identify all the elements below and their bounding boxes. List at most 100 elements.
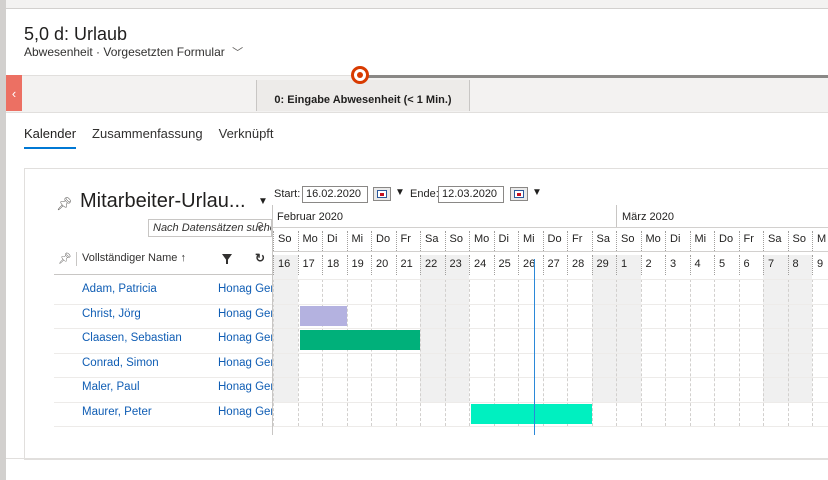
- process-stage[interactable]: 0: Eingabe Abwesenheit (< 1 Min.): [256, 80, 470, 111]
- active-stage-icon[interactable]: [351, 66, 369, 84]
- timeline-row-divider: [273, 426, 828, 427]
- row-name-link[interactable]: Adam, Patricia: [82, 283, 157, 295]
- chevron-left-icon: ‹: [11, 85, 17, 101]
- day-label: 23: [444, 255, 470, 275]
- header-divider: [54, 274, 276, 275]
- timeline-row-divider: [273, 328, 828, 329]
- chevron-down-icon: ﹀: [232, 47, 244, 59]
- day-label: 25: [493, 255, 519, 275]
- timeline-row-divider: [273, 303, 828, 305]
- row-company-link[interactable]: Honag Ger: [218, 283, 272, 295]
- weekday-label: Fr: [738, 231, 764, 251]
- start-date-input[interactable]: 16.02.2020: [302, 186, 368, 203]
- row-company-link[interactable]: Honag Ger: [218, 406, 272, 418]
- filter-icon[interactable]: [222, 254, 232, 264]
- tab-verknuepft[interactable]: Verknüpft: [219, 126, 274, 149]
- process-stage-label: 0: Eingabe Abwesenheit (< 1 Min.): [274, 94, 452, 106]
- row-company-link[interactable]: Honag Ger: [218, 357, 272, 369]
- start-calendar-icon[interactable]: [373, 187, 391, 201]
- end-date-input[interactable]: 12.03.2020: [438, 186, 504, 203]
- month-label-mar: März 2020: [622, 211, 674, 223]
- weekday-label: Sa: [591, 231, 617, 251]
- row-divider: [54, 426, 276, 427]
- window-top-bar: [0, 0, 828, 9]
- form-selector[interactable]: Abwesenheit · Vorgesetzten Formular ﹀: [24, 44, 243, 60]
- row-company-link[interactable]: Honag Ger: [218, 308, 272, 320]
- row-name-link[interactable]: Conrad, Simon: [82, 357, 159, 369]
- weekday-label: So: [444, 231, 470, 251]
- day-label: 26: [518, 255, 543, 275]
- search-input[interactable]: Nach Datensätzen suchen: [148, 219, 272, 237]
- weekday-label: M: [812, 231, 828, 251]
- pin-column-icon[interactable]: 📌︎: [58, 252, 72, 265]
- search-icon[interactable]: ⚲: [256, 220, 264, 233]
- column-separator: [76, 252, 77, 266]
- view-title: Mitarbeiter-Urlau...: [80, 190, 246, 212]
- end-dropdown-icon[interactable]: ▼: [532, 187, 542, 198]
- start-dropdown-icon[interactable]: ▼: [395, 187, 405, 198]
- row-name-link[interactable]: Christ, Jörg: [82, 308, 141, 320]
- day-label: 24: [469, 255, 494, 275]
- weekday-divider: [273, 251, 828, 252]
- timeline-row-divider: [273, 401, 828, 403]
- weekday-label: Do: [714, 231, 739, 251]
- weekday-label: Mi: [518, 231, 543, 251]
- row-name-link[interactable]: Maler, Paul: [82, 381, 140, 393]
- search-placeholder: Nach Datensätzen suchen: [153, 222, 272, 234]
- row-company-link[interactable]: Honag Ger: [218, 381, 272, 393]
- refresh-icon[interactable]: ↻: [255, 251, 265, 265]
- day-label: 17: [297, 255, 323, 275]
- divider: [6, 458, 828, 459]
- weekday-label: Mo: [640, 231, 666, 251]
- day-label: 9: [812, 255, 828, 275]
- absence-bar[interactable]: [471, 403, 592, 424]
- weekday-label: Fr: [395, 231, 421, 251]
- weekday-label: Mi: [346, 231, 372, 251]
- end-calendar-icon[interactable]: [510, 187, 528, 201]
- weekday-label: Sa: [420, 231, 445, 251]
- weekday-label: Mo: [469, 231, 494, 251]
- weekday-label: Di: [493, 231, 519, 251]
- row-name-link[interactable]: Claasen, Sebastian: [82, 332, 182, 344]
- day-label: 19: [346, 255, 372, 275]
- weekday-label: Mo: [297, 231, 323, 251]
- row-divider: [54, 352, 276, 354]
- collapse-process-button[interactable]: ‹: [6, 75, 22, 111]
- weekday-label: So: [273, 231, 298, 251]
- window-left-border: [0, 0, 6, 480]
- weekday-label: So: [616, 231, 641, 251]
- tab-kalender[interactable]: Kalender: [24, 126, 77, 149]
- day-label: 2: [640, 255, 666, 275]
- column-header-name[interactable]: Vollständiger Name ↑: [82, 252, 186, 264]
- day-label: 29: [591, 255, 617, 275]
- day-label: 21: [395, 255, 421, 275]
- row-name-link[interactable]: Maurer, Peter: [82, 406, 152, 418]
- process-progress-line: [362, 75, 828, 78]
- day-label: 4: [689, 255, 715, 275]
- day-label: 16: [273, 255, 298, 275]
- day-label: 1: [616, 255, 641, 275]
- form-selector-label: Abwesenheit · Vorgesetzten Formular: [24, 45, 225, 59]
- absence-timeline[interactable]: Februar 2020 März 2020 So 16 Mo 17 Di 18 Mi 19 D…: [272, 205, 828, 435]
- weekday-label: So: [787, 231, 813, 251]
- weekday-label: Sa: [763, 231, 788, 251]
- row-company-link[interactable]: Honag Ger: [218, 332, 272, 344]
- month-label-feb: Februar 2020: [277, 211, 344, 223]
- timeline-row-divider: [273, 377, 828, 378]
- row-divider: [54, 303, 276, 305]
- day-label: 6: [738, 255, 764, 275]
- end-label: Ende:: [410, 188, 439, 200]
- day-label: 18: [322, 255, 347, 275]
- day-label: 22: [420, 255, 445, 275]
- day-label: 5: [714, 255, 739, 275]
- tab-zusammenfassung[interactable]: Zusammenfassung: [92, 126, 203, 149]
- absence-bar[interactable]: [299, 330, 420, 350]
- weekday-label: Do: [371, 231, 396, 251]
- row-divider: [54, 377, 276, 378]
- pin-icon[interactable]: 📌︎: [56, 196, 73, 212]
- view-selector-caret-icon[interactable]: ▼: [258, 196, 268, 207]
- absence-bar[interactable]: [299, 305, 347, 326]
- weekday-label: Mi: [689, 231, 715, 251]
- row-divider: [54, 328, 276, 329]
- timeline-row-divider: [273, 352, 828, 354]
